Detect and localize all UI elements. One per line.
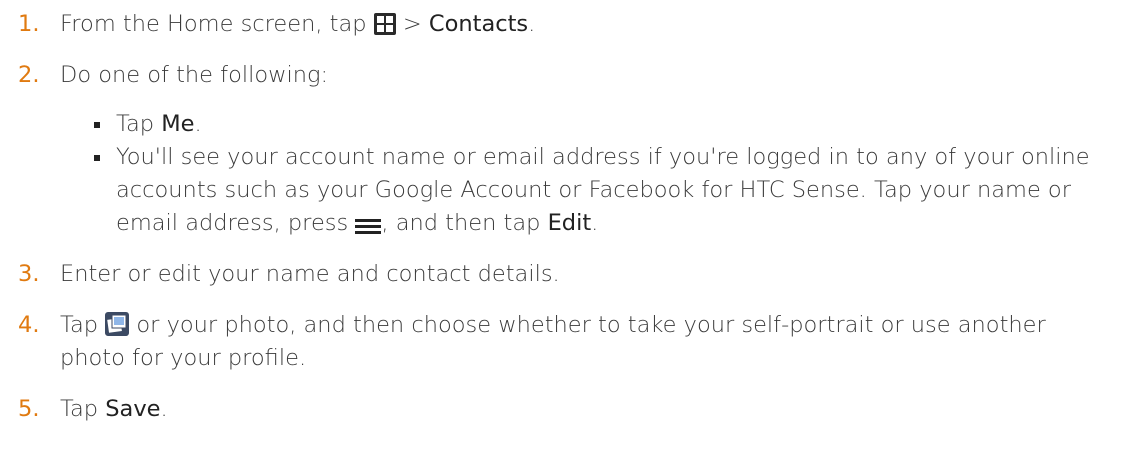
save-label: Save — [105, 396, 161, 422]
step-5: 5. Tap Save. — [0, 393, 1110, 426]
sub-item-account: You'll see your account name or email ad… — [60, 141, 1110, 240]
step-number: 2. — [18, 62, 40, 88]
step-text: Enter or edit your name and contact deta… — [60, 261, 560, 287]
step-1: 1. From the Home screen, tap > Contacts. — [0, 8, 1110, 41]
step-3: 3. Enter or edit your name and contact d… — [0, 258, 1110, 291]
step-4: 4. Tap or your photo, and then choose wh… — [0, 309, 1110, 375]
step-number: 3. — [18, 261, 40, 287]
photo-icon — [105, 312, 130, 336]
step-number: 4. — [18, 312, 40, 338]
sub-prefix: Tap — [116, 111, 155, 137]
step-text: From the Home screen, tap — [60, 11, 367, 37]
step-prefix: Tap — [60, 396, 99, 422]
sub-item-me: Tap Me. — [60, 108, 1110, 141]
step-text: or your photo, and then choose whether t… — [60, 312, 1046, 371]
step-number: 5. — [18, 396, 40, 422]
period: . — [528, 11, 536, 37]
me-label: Me — [161, 111, 195, 137]
menu-icon — [355, 218, 382, 234]
separator: > — [402, 11, 422, 37]
bullet-icon — [94, 122, 100, 128]
step-text: Do one of the following: — [60, 62, 329, 88]
instructions-page: 1. From the Home screen, tap > Contacts.… — [0, 0, 1124, 460]
sub-list: Tap Me. You'll see your account name or … — [60, 108, 1110, 240]
sub-text-after: , and then tap — [381, 210, 541, 236]
period: . — [194, 111, 202, 137]
step-number: 1. — [18, 11, 40, 37]
edit-label: Edit — [547, 210, 592, 236]
period: . — [591, 210, 599, 236]
step-prefix: Tap — [60, 312, 99, 338]
all-apps-icon — [373, 13, 396, 35]
sub-text: You'll see your account name or email ad… — [116, 144, 1090, 236]
step-2: 2. Do one of the following: Tap Me. You'… — [0, 59, 1110, 240]
steps-list: 1. From the Home screen, tap > Contacts.… — [0, 8, 1110, 444]
period: . — [160, 396, 168, 422]
contacts-label: Contacts — [428, 11, 529, 37]
bullet-icon — [94, 155, 100, 161]
